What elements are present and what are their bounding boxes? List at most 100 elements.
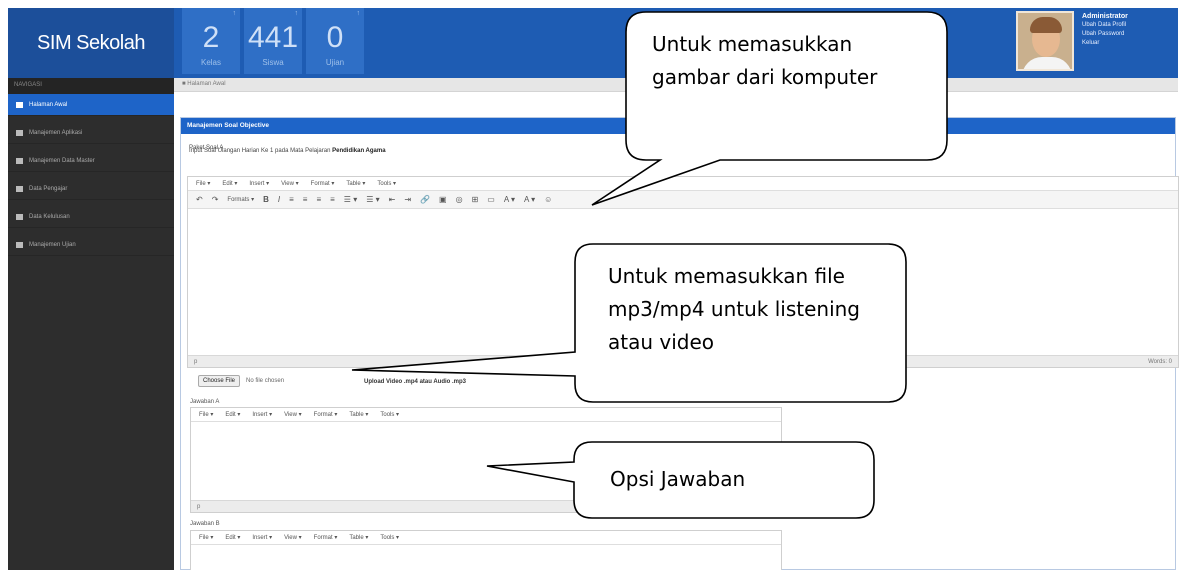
choose-file-button[interactable]: Choose File bbox=[198, 375, 241, 387]
align-left-icon[interactable]: ≡ bbox=[289, 195, 294, 204]
sidebar: NAVIGASI Halaman Awal Manajemen Aplikasi… bbox=[8, 78, 174, 570]
align-justify-icon[interactable]: ≡ bbox=[330, 195, 335, 204]
sidebar-item-label: Data Pengajar bbox=[29, 185, 68, 192]
user-info: Administrator Ubah Data Profil Ubah Pass… bbox=[1082, 12, 1128, 48]
menu-file[interactable]: File ▾ bbox=[196, 180, 210, 187]
home-icon bbox=[16, 101, 23, 108]
align-center-icon[interactable]: ≡ bbox=[303, 195, 308, 204]
background-color-icon[interactable]: A ▾ bbox=[524, 195, 535, 204]
image-icon[interactable]: ▣ bbox=[439, 195, 447, 204]
brand-logo[interactable]: SIM Sekolah bbox=[8, 8, 174, 78]
menu-view[interactable]: View ▾ bbox=[284, 534, 302, 541]
formats-dropdown[interactable]: Formats ▾ bbox=[227, 196, 254, 203]
menu-edit[interactable]: Edit ▾ bbox=[225, 534, 240, 541]
soal-info: Input Soal Ulangan Harian Ke 1 pada Mata… bbox=[189, 148, 386, 154]
avatar-hair bbox=[1030, 17, 1062, 33]
italic-icon[interactable]: I bbox=[278, 195, 280, 204]
menu-table[interactable]: Table ▾ bbox=[346, 180, 365, 187]
upload-note: Upload Video .mp4 atau Audio .mp3 bbox=[364, 379, 467, 385]
preview-icon[interactable]: ▭ bbox=[487, 195, 495, 204]
menu-format[interactable]: Format ▾ bbox=[314, 411, 338, 418]
editor-menubar: File ▾ Edit ▾ Insert ▾ View ▾ Format ▾ T… bbox=[191, 531, 781, 545]
menu-edit[interactable]: Edit ▾ bbox=[222, 180, 237, 187]
sidebar-item-data-kelulusan[interactable]: Data Kelulusan bbox=[8, 206, 174, 228]
menu-format[interactable]: Format ▾ bbox=[314, 534, 338, 541]
briefcase-icon bbox=[16, 129, 23, 136]
stat-corner: ↑ bbox=[232, 10, 237, 17]
word-count: Words: 0 bbox=[1148, 359, 1172, 365]
menu-insert[interactable]: Insert ▾ bbox=[252, 534, 272, 541]
indent-icon[interactable]: ⇥ bbox=[404, 195, 411, 204]
menu-file[interactable]: File ▾ bbox=[199, 534, 213, 541]
menu-file[interactable]: File ▾ bbox=[199, 411, 213, 418]
editor-statusbar: p bbox=[191, 500, 781, 512]
profile-link[interactable]: Ubah Data Profil bbox=[1082, 21, 1128, 30]
bold-icon[interactable]: B bbox=[263, 195, 269, 204]
outdent-icon[interactable]: ⇤ bbox=[389, 195, 396, 204]
emoticon-icon[interactable]: ☺ bbox=[544, 195, 552, 204]
text-color-icon[interactable]: A ▾ bbox=[504, 195, 515, 204]
menu-tools[interactable]: Tools ▾ bbox=[377, 180, 396, 187]
editor-toolbar: ↶ ↷ Formats ▾ B I ≡ ≡ ≡ ≡ ☰ ▾ ☰ ▾ ⇤ ⇥ 🔗 … bbox=[188, 191, 1178, 209]
user-icon bbox=[16, 185, 23, 192]
sidebar-item-data-master[interactable]: Manajemen Data Master bbox=[8, 150, 174, 172]
jawaban-a-label: Jawaban A bbox=[190, 399, 220, 405]
stat-value: 0 bbox=[326, 21, 344, 54]
stat-label: Ujian bbox=[325, 58, 345, 67]
sidebar-heading: NAVIGASI bbox=[8, 78, 174, 94]
menu-tools[interactable]: Tools ▾ bbox=[380, 534, 399, 541]
jawaban-a-editor[interactable]: File ▾ Edit ▾ Insert ▾ View ▾ Format ▾ T… bbox=[190, 407, 782, 513]
top-header: SIM Sekolah ↑ 2 Kelas ↑ 441 Siswa ↑ 0 Uj… bbox=[8, 8, 1178, 78]
soal-info-prefix: Input Soal Ulangan Harian Ke 1 pada Mata… bbox=[189, 148, 331, 154]
menu-format[interactable]: Format ▾ bbox=[311, 180, 335, 187]
callout-opsi: Opsi Jawaban bbox=[610, 467, 746, 491]
stat-corner: ↑ bbox=[356, 10, 361, 17]
sidebar-item-label: Manajemen Aplikasi bbox=[29, 129, 83, 136]
numbered-list-icon[interactable]: ☰ ▾ bbox=[366, 195, 379, 204]
sidebar-item-label: Manajemen Ujian bbox=[29, 241, 76, 248]
align-right-icon[interactable]: ≡ bbox=[316, 195, 321, 204]
redo-icon[interactable]: ↷ bbox=[212, 195, 219, 204]
menu-view[interactable]: View ▾ bbox=[284, 411, 302, 418]
stat-value: 2 bbox=[202, 21, 220, 54]
menu-tools[interactable]: Tools ▾ bbox=[380, 411, 399, 418]
app-window: SIM Sekolah ↑ 2 Kelas ↑ 441 Siswa ↑ 0 Uj… bbox=[0, 0, 1189, 570]
avatar[interactable] bbox=[1016, 11, 1074, 71]
menu-table[interactable]: Table ▾ bbox=[349, 534, 368, 541]
stat-kelas[interactable]: ↑ 2 Kelas bbox=[182, 8, 240, 74]
undo-icon[interactable]: ↶ bbox=[196, 195, 203, 204]
sidebar-item-label: Data Kelulusan bbox=[29, 213, 70, 220]
menu-insert[interactable]: Insert ▾ bbox=[249, 180, 269, 187]
sidebar-item-halaman-awal[interactable]: Halaman Awal bbox=[8, 94, 174, 116]
stat-siswa[interactable]: ↑ 441 Siswa bbox=[244, 8, 302, 74]
media-icon[interactable]: ◎ bbox=[456, 195, 463, 204]
sidebar-item-data-pengajar[interactable]: Data Pengajar bbox=[8, 178, 174, 200]
sidebar-item-manajemen-ujian[interactable]: Manajemen Ujian bbox=[8, 234, 174, 256]
stat-ujian[interactable]: ↑ 0 Ujian bbox=[306, 8, 364, 74]
editor-menubar: File ▾ Edit ▾ Insert ▾ View ▾ Format ▾ T… bbox=[188, 177, 1178, 191]
logout-link[interactable]: Keluar bbox=[1082, 39, 1128, 48]
sidebar-item-label: Manajemen Data Master bbox=[29, 157, 95, 164]
file-upload-row: Choose File No file chosen bbox=[198, 375, 284, 387]
callout-file: Untuk memasukkan file mp3/mp4 untuk list… bbox=[608, 264, 860, 354]
panel-title: Manajemen Soal Objective bbox=[181, 118, 1175, 134]
sidebar-item-manajemen-aplikasi[interactable]: Manajemen Aplikasi bbox=[8, 122, 174, 144]
password-link[interactable]: Ubah Password bbox=[1082, 30, 1128, 39]
jawaban-b-editor[interactable]: File ▾ Edit ▾ Insert ▾ View ▾ Format ▾ T… bbox=[190, 530, 782, 570]
table-icon[interactable]: ⊞ bbox=[472, 195, 479, 204]
pencil-icon bbox=[16, 157, 23, 164]
menu-edit[interactable]: Edit ▾ bbox=[225, 411, 240, 418]
callout-gambar: Untuk memasukkan gambar dari komputer bbox=[652, 32, 878, 89]
menu-view[interactable]: View ▾ bbox=[281, 180, 299, 187]
menu-insert[interactable]: Insert ▾ bbox=[252, 411, 272, 418]
link-icon[interactable]: 🔗 bbox=[420, 195, 430, 204]
user-name: Administrator bbox=[1082, 13, 1128, 20]
no-file-text: No file chosen bbox=[246, 378, 285, 384]
stat-value: 441 bbox=[247, 21, 299, 54]
exam-icon bbox=[16, 241, 23, 248]
sidebar-item-label: Halaman Awal bbox=[29, 101, 68, 108]
menu-table[interactable]: Table ▾ bbox=[349, 411, 368, 418]
editor-menubar: File ▾ Edit ▾ Insert ▾ View ▾ Format ▾ T… bbox=[191, 408, 781, 422]
breadcrumb-item[interactable]: Halaman Awal bbox=[187, 81, 225, 87]
bullet-list-icon[interactable]: ☰ ▾ bbox=[344, 195, 357, 204]
